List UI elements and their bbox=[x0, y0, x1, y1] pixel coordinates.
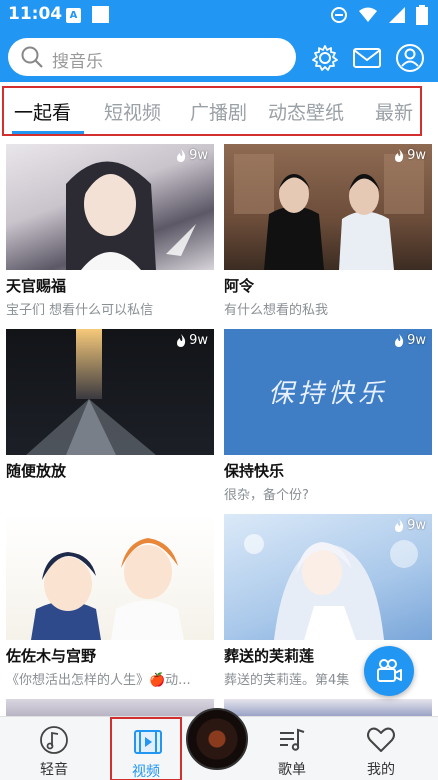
nav-label: 轻音 bbox=[40, 762, 68, 778]
search-placeholder: 搜音乐 bbox=[52, 52, 103, 72]
popularity-count: 9w bbox=[189, 148, 208, 163]
video-card[interactable]: 9w 随便放放 bbox=[6, 329, 214, 484]
user-account-icon[interactable] bbox=[395, 43, 425, 73]
video-thumbnail-partial[interactable] bbox=[224, 699, 432, 716]
video-thumbnail: 9w bbox=[6, 329, 214, 455]
do-not-disturb-icon bbox=[331, 7, 347, 23]
search-input[interactable]: 搜音乐 bbox=[8, 38, 296, 76]
wifi-icon bbox=[359, 7, 377, 22]
fire-icon bbox=[395, 519, 404, 532]
video-thumbnail bbox=[6, 514, 214, 640]
video-title: 保持快乐 bbox=[224, 462, 285, 480]
search-icon bbox=[21, 46, 43, 68]
video-camera-icon bbox=[377, 659, 402, 682]
heart-icon bbox=[367, 727, 395, 752]
video-card[interactable]: 9w 天官赐福 宝子们 想看什么可以私信 bbox=[6, 144, 214, 318]
thumbnail-handwritten-text: 保持快乐 bbox=[267, 379, 388, 409]
fire-icon bbox=[395, 149, 404, 162]
video-description: 《你想活出怎样的人生》🍎动... bbox=[6, 673, 191, 688]
status-time: 11:04 bbox=[8, 4, 63, 24]
notification-square-icon bbox=[92, 6, 109, 23]
popularity-count: 9w bbox=[407, 333, 426, 348]
playlist-icon bbox=[280, 728, 305, 751]
video-thumbnail: 9w bbox=[224, 514, 432, 640]
popularity-badge: 9w bbox=[392, 148, 426, 163]
tab-live-wallpaper[interactable]: 动态壁纸 bbox=[268, 98, 344, 125]
video-description: 宝子们 想看什么可以私信 bbox=[6, 303, 154, 318]
video-title: 阿令 bbox=[224, 277, 255, 295]
popularity-count: 9w bbox=[407, 148, 426, 163]
tab-watch-together[interactable]: 一起看 bbox=[14, 98, 71, 125]
active-tab-indicator bbox=[12, 131, 84, 134]
popularity-badge: 9w bbox=[174, 333, 208, 348]
nav-label: 歌单 bbox=[278, 762, 306, 778]
signal-icon bbox=[389, 7, 405, 23]
popularity-count: 9w bbox=[407, 518, 426, 533]
video-icon bbox=[134, 730, 162, 754]
video-description: 有什么想看的私我 bbox=[224, 303, 329, 318]
app-notification-icon: A bbox=[66, 8, 81, 23]
popularity-badge: 9w bbox=[392, 518, 426, 533]
anime-couple-illustration bbox=[31, 538, 184, 640]
tab-latest[interactable]: 最新 bbox=[375, 98, 413, 125]
top-header: 搜音乐 bbox=[0, 32, 438, 82]
tab-short-video[interactable]: 短视频 bbox=[104, 98, 161, 125]
video-thumbnail: 保持快乐 9w bbox=[224, 329, 432, 455]
video-description: 很杂，备个份? bbox=[224, 488, 309, 503]
popularity-badge: 9w bbox=[392, 333, 426, 348]
video-title: 天官赐福 bbox=[6, 277, 67, 295]
video-call-fab[interactable] bbox=[364, 646, 414, 696]
status-bar: 11:04 A bbox=[0, 0, 438, 32]
tab-radio-drama[interactable]: 广播剧 bbox=[190, 98, 247, 125]
video-title: 佐佐木与宫野 bbox=[6, 647, 97, 665]
fire-icon bbox=[177, 149, 186, 162]
video-thumbnail-partial[interactable] bbox=[6, 699, 214, 716]
fire-icon bbox=[177, 334, 186, 347]
battery-icon bbox=[416, 5, 428, 25]
fire-icon bbox=[395, 334, 404, 347]
video-card[interactable]: 佐佐木与宫野 《你想活出怎样的人生》🍎动... bbox=[6, 514, 214, 688]
music-note-icon bbox=[40, 726, 68, 754]
popularity-badge: 9w bbox=[174, 148, 208, 163]
nav-light-music[interactable]: 轻音 bbox=[18, 717, 90, 780]
nav-label: 我的 bbox=[367, 762, 395, 778]
category-tabs: 一起看 短视频 广播剧 动态壁纸 最新 bbox=[0, 82, 438, 140]
popularity-count: 9w bbox=[189, 333, 208, 348]
video-thumbnail: 9w bbox=[6, 144, 214, 270]
video-card[interactable]: 保持快乐 9w 保持快乐 很杂，备个份? bbox=[224, 329, 432, 503]
mail-icon[interactable] bbox=[352, 43, 382, 73]
video-card[interactable]: 9w 阿令 有什么想看的私我 bbox=[224, 144, 432, 318]
video-title: 随便放放 bbox=[6, 462, 67, 480]
nav-playlist[interactable]: 歌单 bbox=[256, 717, 328, 780]
nav-video[interactable]: 视频 bbox=[110, 717, 182, 780]
nav-mine[interactable]: 我的 bbox=[345, 717, 417, 780]
video-thumbnail: 9w bbox=[224, 144, 432, 270]
nav-label: 视频 bbox=[132, 764, 160, 780]
now-playing-disc[interactable] bbox=[186, 708, 248, 770]
settings-gear-icon[interactable] bbox=[310, 43, 340, 73]
